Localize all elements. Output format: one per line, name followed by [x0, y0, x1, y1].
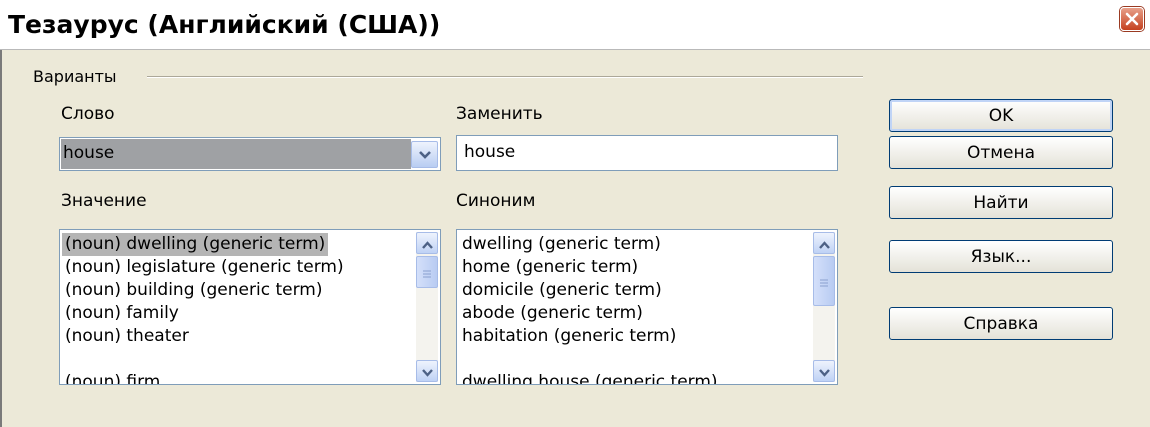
meaning-listbox[interactable]: (noun) dwelling (generic term) (noun) le… — [59, 229, 441, 385]
grip-icon — [423, 263, 431, 282]
ok-button[interactable]: OK — [889, 99, 1113, 132]
word-combobox[interactable]: house — [59, 137, 441, 171]
chevron-down-icon — [818, 362, 830, 381]
group-divider — [147, 76, 863, 78]
meaning-item[interactable]: (noun) dwelling (generic term) — [62, 233, 329, 256]
meaning-item[interactable]: (noun) family — [62, 302, 182, 325]
scroll-thumb[interactable] — [813, 256, 835, 306]
title-bar: Тезаурус (Английский (США)) — [0, 0, 1150, 50]
chevron-up-icon — [421, 234, 433, 253]
synonym-label: Синоним — [456, 191, 536, 211]
replace-input[interactable]: house — [456, 135, 838, 171]
meaning-item[interactable]: (noun) theater — [62, 325, 192, 348]
meaning-scrollbar[interactable] — [416, 232, 438, 382]
scroll-up-button[interactable] — [813, 232, 835, 254]
synonym-item[interactable]: abode (generic term) — [459, 302, 646, 325]
variants-group-label: Варианты — [33, 67, 117, 86]
replace-label: Заменить — [456, 104, 543, 124]
cancel-button[interactable]: Отмена — [889, 136, 1113, 169]
help-button[interactable]: Справка — [889, 307, 1113, 340]
scroll-up-button[interactable] — [416, 232, 438, 254]
word-dropdown-button[interactable] — [411, 141, 438, 168]
chevron-down-icon — [418, 145, 431, 164]
synonym-item[interactable]: dwelling (generic term) — [459, 233, 664, 256]
synonym-scrollbar[interactable] — [813, 232, 835, 382]
meaning-label: Значение — [61, 191, 147, 211]
synonym-item[interactable]: habitation (generic term) — [459, 325, 679, 348]
search-button[interactable]: Найти — [889, 186, 1113, 219]
meaning-item[interactable]: (noun) legislature (generic term) — [62, 256, 347, 279]
close-icon — [1125, 12, 1139, 26]
grip-icon — [820, 272, 828, 291]
synonym-item[interactable]: home (generic term) — [459, 256, 641, 279]
chevron-up-icon — [818, 234, 830, 253]
word-label: Слово — [61, 104, 115, 124]
close-button[interactable] — [1120, 7, 1144, 31]
window-title: Тезаурус (Английский (США)) — [8, 10, 441, 39]
meaning-item[interactable]: (noun) building (generic term) — [62, 279, 325, 302]
language-button[interactable]: Язык... — [889, 240, 1113, 273]
synonym-listbox[interactable]: dwelling (generic term) home (generic te… — [456, 229, 838, 385]
meaning-item[interactable]: (noun) firm — [62, 371, 163, 384]
synonym-item[interactable]: domicile (generic term) — [459, 279, 665, 302]
scroll-thumb[interactable] — [416, 256, 438, 288]
chevron-down-icon — [421, 362, 433, 381]
scroll-down-button[interactable] — [813, 360, 835, 382]
synonym-item[interactable]: dwelling house (generic term) — [459, 371, 721, 384]
word-combobox-value[interactable]: house — [61, 139, 411, 169]
scroll-down-button[interactable] — [416, 360, 438, 382]
